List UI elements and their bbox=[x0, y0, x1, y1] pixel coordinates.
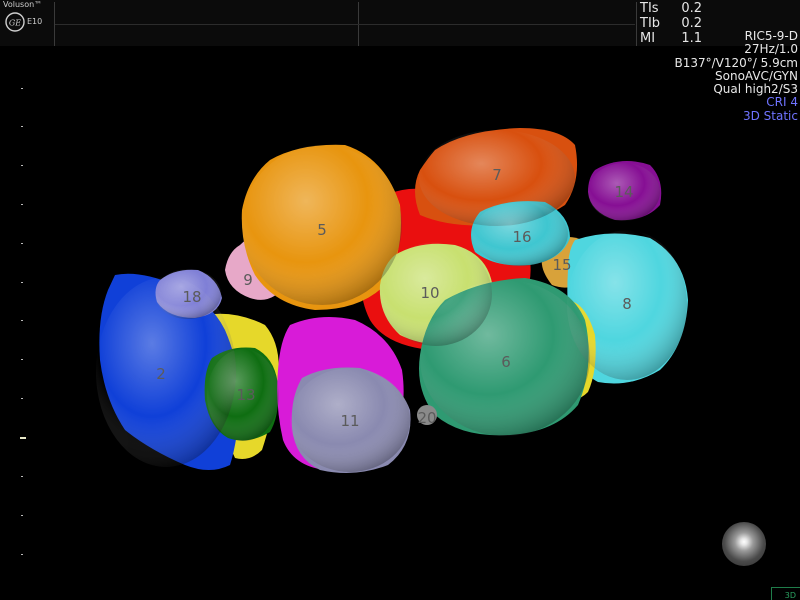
depth-tick bbox=[21, 88, 23, 89]
volume-label-13: 13 bbox=[236, 386, 255, 404]
depth-tick bbox=[21, 359, 23, 360]
volume-label-6: 6 bbox=[501, 353, 511, 371]
volume-label-18: 18 bbox=[182, 288, 201, 306]
ultrasound-screen: 7 14 5 16 15 9 10 18 8 6 2 13 20 11 Volu… bbox=[0, 0, 800, 600]
probe-name: RIC5-9-D bbox=[744, 29, 798, 43]
volume-settings: B137°/V120°/ 5.9cm bbox=[674, 55, 798, 70]
volume-label-16: 16 bbox=[512, 228, 531, 246]
depth-tick bbox=[21, 515, 23, 516]
quality-setting: Qual high2/S3 bbox=[713, 82, 798, 97]
header-divider bbox=[636, 2, 637, 46]
depth-tick bbox=[21, 554, 23, 555]
svg-text:GE: GE bbox=[9, 19, 21, 28]
depth-tick bbox=[21, 476, 23, 477]
frame-rate: 27Hz/1.0 bbox=[744, 42, 798, 57]
volume-label-15: 15 bbox=[552, 256, 571, 274]
cri-setting: CRI 4 bbox=[766, 95, 798, 110]
depth-tick bbox=[21, 320, 23, 321]
analysis-mode: SonoAVC/GYN bbox=[715, 68, 798, 83]
depth-tick bbox=[21, 126, 23, 127]
render-mode: 3D Static bbox=[742, 108, 798, 123]
volume-label-14: 14 bbox=[614, 183, 633, 201]
depth-tick bbox=[21, 204, 23, 205]
depth-tick bbox=[21, 165, 23, 166]
brand-logo: Voluson™ GE E10 bbox=[0, 0, 54, 46]
volume-label-2: 2 bbox=[156, 365, 166, 383]
depth-tick-major bbox=[20, 437, 26, 439]
volume-label-7: 7 bbox=[492, 166, 502, 184]
orientation-sphere-icon[interactable] bbox=[722, 522, 766, 566]
depth-tick bbox=[21, 398, 23, 399]
depth-tick bbox=[21, 243, 23, 244]
acoustic-row-tis: TIs 0.2 bbox=[640, 1, 702, 16]
scan-info-panel: RIC5-9-D 27Hz/1.0 B137°/V120°/ 5.9cm Son… bbox=[674, 29, 798, 123]
volume-label-11: 11 bbox=[340, 412, 359, 430]
brand-name: Voluson™ bbox=[3, 0, 43, 9]
model-name: E10 bbox=[27, 17, 43, 26]
acoustic-row-tib: TIb 0.2 bbox=[640, 16, 702, 31]
depth-tick bbox=[21, 282, 23, 283]
volume-label-20: 20 bbox=[417, 409, 436, 427]
volume-label-10: 10 bbox=[420, 284, 439, 302]
volume-label-5: 5 bbox=[317, 221, 327, 239]
ge-logo-icon: GE bbox=[5, 12, 25, 32]
header-rule bbox=[55, 24, 635, 25]
view-corner-label: 3D bbox=[784, 591, 796, 600]
volume-label-8: 8 bbox=[622, 295, 632, 313]
volume-label-9: 9 bbox=[243, 271, 253, 289]
